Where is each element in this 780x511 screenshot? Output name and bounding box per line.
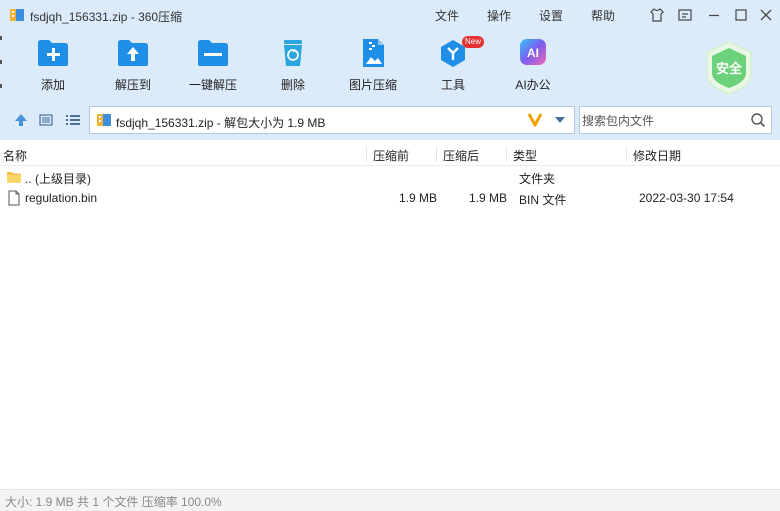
menu-help[interactable]: 帮助 [591, 7, 615, 24]
message-icon[interactable] [677, 7, 693, 23]
ai-icon-text: AI [527, 46, 539, 60]
modified-date: 2022-03-30 17:54 [639, 191, 734, 205]
extract-to-label: 解压到 [114, 78, 151, 92]
image-compress-icon [363, 39, 384, 67]
folder-icon [7, 172, 21, 183]
file-name: regulation.bin [25, 191, 98, 205]
column-name[interactable]: 名称 [3, 147, 27, 164]
search-box [579, 106, 772, 134]
view-detail-icon[interactable] [38, 112, 54, 128]
ai-office-icon: AI [520, 39, 546, 65]
file-type: BIN 文件 [519, 193, 567, 207]
title-bar: fsdjqh_156331.zip - 360压缩 文件 操作 设置 帮助 [0, 0, 780, 30]
file-name: .. (上级目录) [25, 172, 91, 186]
maximize-icon[interactable] [733, 7, 749, 23]
one-click-extract-button[interactable]: 一键解压 [178, 38, 248, 96]
close-icon[interactable] [758, 7, 774, 23]
file-type: 文件夹 [519, 172, 556, 186]
compressed-size: 1.9 MB [468, 191, 507, 205]
search-icon[interactable] [750, 112, 766, 128]
list-item-parent-dir[interactable]: .. (上级目录) 文件夹 [0, 167, 780, 188]
image-compress-label: 图片压缩 [348, 78, 397, 92]
column-compressed-size[interactable]: 压缩后 [443, 147, 479, 164]
one-click-extract-icon [198, 40, 228, 66]
column-type[interactable]: 类型 [513, 147, 537, 164]
menu-file[interactable]: 文件 [435, 7, 459, 24]
column-modified[interactable]: 修改日期 [633, 147, 681, 164]
view-list-icon[interactable] [65, 112, 81, 128]
minimize-icon[interactable] [706, 7, 722, 23]
column-original-size[interactable]: 压缩前 [373, 147, 409, 164]
file-list-header: 名称 压缩前 压缩后 类型 修改日期 [0, 142, 780, 166]
ai-office-label: AI办公 [515, 78, 551, 92]
new-badge: New [462, 36, 485, 48]
original-size: 1.9 MB [398, 191, 437, 205]
menu-operate[interactable]: 操作 [487, 7, 511, 24]
tools-label: 工具 [440, 78, 465, 92]
main-toolbar: 添加 解压到 一键解压 删除 图片压缩 New 工具 AI AI办公 [0, 30, 780, 100]
column-divider[interactable] [366, 146, 367, 162]
add-icon [38, 40, 68, 66]
security-text: 安全 [715, 61, 742, 76]
search-input[interactable] [582, 112, 742, 130]
address-path: fsdjqh_156331.zip - 解包大小为 1.9 MB [116, 116, 326, 130]
extract-to-icon [118, 40, 148, 66]
address-bar[interactable]: fsdjqh_156331.zip - 解包大小为 1.9 MB [89, 106, 575, 134]
column-divider[interactable] [436, 146, 437, 162]
column-divider[interactable] [506, 146, 507, 162]
status-text: 大小: 1.9 MB 共 1 个文件 压缩率 100.0% [5, 495, 222, 509]
archive-app-icon [10, 9, 24, 21]
delete-icon [284, 40, 302, 66]
file-icon [8, 190, 20, 206]
security-shield[interactable]: 安全 [703, 40, 755, 96]
window-title: fsdjqh_156331.zip - 360压缩 [30, 10, 183, 24]
delete-button[interactable]: 删除 [258, 38, 328, 96]
skin-icon[interactable] [649, 7, 665, 23]
add-button[interactable]: 添加 [18, 38, 88, 96]
v-logo-icon[interactable] [526, 110, 544, 128]
one-click-extract-label: 一键解压 [188, 78, 237, 92]
status-bar: 大小: 1.9 MB 共 1 个文件 压缩率 100.0% [0, 489, 780, 511]
chevron-down-icon[interactable] [554, 116, 566, 124]
column-divider[interactable] [626, 146, 627, 162]
add-label: 添加 [40, 78, 65, 92]
menu-settings[interactable]: 设置 [539, 7, 563, 24]
tools-button[interactable]: New 工具 [418, 36, 488, 96]
up-arrow-icon[interactable] [13, 112, 29, 128]
archive-icon [97, 114, 111, 126]
list-item-file[interactable]: regulation.bin 1.9 MB 1.9 MB BIN 文件 2022… [0, 188, 780, 209]
image-compress-button[interactable]: 图片压缩 [338, 38, 408, 96]
delete-label: 删除 [280, 78, 305, 92]
ai-office-button[interactable]: AI AI办公 [498, 38, 568, 96]
extract-to-button[interactable]: 解压到 [98, 38, 168, 96]
